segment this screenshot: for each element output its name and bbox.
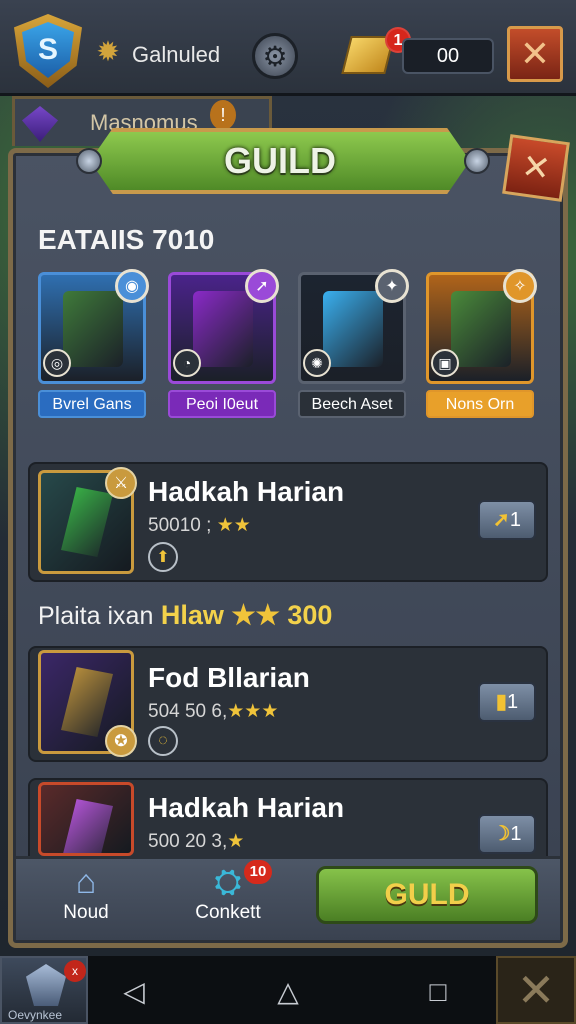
home-triangle-icon[interactable]: △ — [268, 972, 308, 1012]
badge-icon: ➚ — [245, 269, 279, 303]
close-icon: ✕ — [516, 964, 556, 1016]
badge-icon: ✧ — [503, 269, 537, 303]
nav-home[interactable]: ⌂ Noud — [26, 862, 146, 934]
subheader-text: Plaita ixan — [38, 602, 154, 630]
corner-app-badge: x — [64, 960, 86, 982]
reward-card[interactable]: ✧ ▣ — [426, 269, 537, 384]
reward-card[interactable]: ✦ ✺ — [298, 269, 409, 384]
guild-button[interactable]: GULD — [316, 866, 538, 924]
item-name: Hadkah Harian — [148, 792, 345, 823]
rarity-icon: ◎ — [43, 349, 71, 377]
reward-card-label: Bvrel Gans — [38, 390, 146, 418]
crystal-icon — [26, 964, 66, 1006]
item-stats-text: 500 20 3, — [148, 831, 228, 852]
reward-item-icon — [63, 291, 123, 367]
item-thumbnail: ⚔ — [38, 467, 137, 574]
item-stats-text: 504 50 6, — [148, 701, 228, 722]
corner-close-button[interactable]: ✕ — [496, 956, 576, 1024]
house-icon: ⌂ — [75, 863, 97, 901]
reward-item-icon — [451, 291, 511, 367]
arrow-icon: ➚ — [493, 509, 510, 531]
subheader: Plaita ixan Hlaw ★★ 300 — [38, 600, 332, 631]
player-name: Galnuled — [132, 42, 221, 67]
item-stars: ★★★ — [227, 701, 279, 722]
panel-title: GUILD — [224, 140, 336, 181]
rarity-icon: ▣ — [431, 349, 459, 377]
reward-card[interactable]: ◉ ◎ — [38, 269, 149, 384]
item-stars: ★ — [227, 831, 245, 852]
subheader-stars: ★★ — [231, 600, 280, 630]
item-stats: 504 50 6,★★★ — [148, 700, 278, 723]
badge-icon: ◉ — [115, 269, 149, 303]
reward-item-icon — [323, 291, 383, 367]
nav-connect-label: Conkett — [195, 902, 261, 923]
claim-button[interactable]: ▮1 — [478, 682, 536, 722]
reward-item-icon — [193, 291, 253, 367]
badge-icon: ✦ — [375, 269, 409, 303]
claim-count: 1 — [510, 823, 522, 845]
item-stats: 500 20 3,★ — [148, 830, 244, 853]
card-icon: ▮ — [495, 691, 507, 713]
corner-app-shortcut[interactable]: Oevynkee x — [0, 956, 88, 1024]
claim-count: 1 — [506, 691, 519, 713]
claim-button[interactable]: ☽1 — [478, 814, 536, 854]
refresh-icon: ◌ — [148, 726, 178, 756]
shield-icon: S — [22, 22, 74, 78]
reward-card-label: Nons Orn — [426, 390, 534, 418]
item-name: Fod Bllarian — [148, 662, 310, 693]
gear-icon: ⚙ — [262, 40, 288, 72]
rarity-icon: ✺ — [303, 349, 331, 377]
item-thumbnail: ✪ — [38, 650, 137, 757]
back-triangle-icon[interactable]: ◁ — [114, 972, 154, 1012]
settings-button[interactable]: ⚙ — [252, 33, 298, 79]
reward-card-label: Peoi I0eut — [168, 390, 276, 418]
item-stats-text: 50010 ; — [148, 515, 212, 536]
moon-icon: ☽ — [492, 823, 511, 845]
tome-icon — [61, 667, 113, 737]
panel-close-button[interactable]: ✕ — [502, 134, 570, 202]
reward-card[interactable]: ➚ ◔ — [168, 269, 279, 384]
close-icon: ✕ — [519, 147, 553, 189]
close-icon: ✕ — [519, 33, 551, 74]
nav-home-label: Noud — [63, 902, 109, 923]
close-button-top[interactable]: ✕ — [507, 26, 563, 82]
item-name: Hadkah Harian — [148, 476, 345, 507]
connect-badge: 10 — [244, 860, 272, 884]
tab-badge: ! — [210, 100, 236, 130]
crystal-icon — [61, 799, 113, 853]
claim-button[interactable]: ➚1 — [478, 500, 536, 540]
sun-gear-icon: ✹ — [96, 36, 120, 67]
upgrade-icon: ⬆ — [148, 542, 178, 572]
subheader-highlight: Hlaw — [160, 600, 224, 630]
sword-icon: ⚔ — [105, 467, 137, 499]
section-title: EATAIIS 7010 — [38, 224, 215, 255]
corner-app-label: Oevynkee — [8, 1008, 63, 1022]
item-stars: ★★ — [216, 515, 251, 536]
subheader-value: 300 — [287, 600, 333, 630]
reward-card-label: Beech Aset — [298, 390, 406, 418]
rarity-icon: ◔ — [173, 349, 201, 377]
medal-icon: ✪ — [105, 725, 137, 757]
crystal-icon — [61, 487, 113, 557]
item-stats: 50010 ; ★★ — [148, 514, 251, 537]
currency-value: 00 — [402, 38, 494, 74]
item-thumbnail — [38, 782, 134, 856]
claim-count: 1 — [509, 509, 521, 531]
square-icon[interactable]: □ — [418, 972, 458, 1012]
